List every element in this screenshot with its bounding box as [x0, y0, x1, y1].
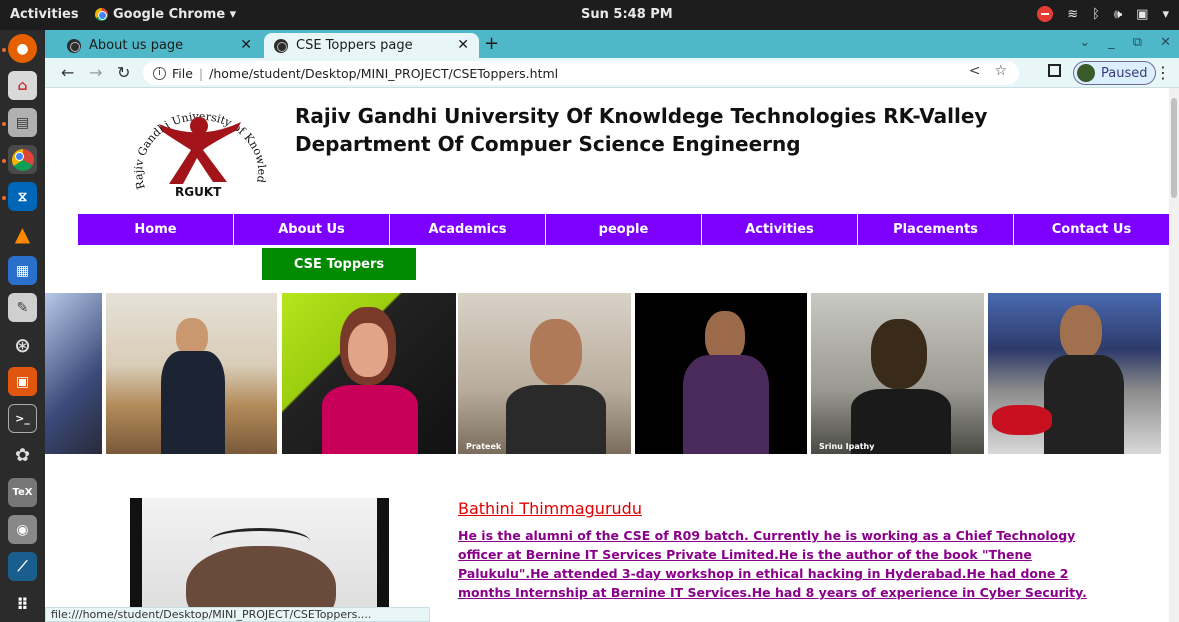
- bookmark-star-icon[interactable]: ☆: [994, 63, 1007, 79]
- volume-icon: 🕪: [1113, 6, 1123, 22]
- toppers-photo-strip: Prateek Srinu Ipathy: [45, 293, 1165, 454]
- main-nav-menu: Home About Us Academics people Activitie…: [78, 214, 1170, 245]
- tab-label: CSE Toppers page: [296, 38, 413, 53]
- address-scheme: File: [172, 65, 193, 81]
- more-menu-icon[interactable]: ⋮: [1155, 63, 1171, 82]
- tab-cse-toppers[interactable]: CSE Toppers page ✕: [264, 33, 479, 58]
- text-editor-icon[interactable]: ✎: [8, 293, 37, 322]
- tab-about-us[interactable]: About us page ✕: [57, 33, 262, 58]
- back-icon[interactable]: ←: [61, 63, 74, 82]
- wifi-icon: ≋: [1067, 6, 1079, 22]
- restore-icon[interactable]: ⧉: [1133, 35, 1142, 50]
- rgukt-logo-graphic: Rajiv Gandhi University of Knowledge Tec…: [103, 88, 268, 199]
- nav-contact-us[interactable]: Contact Us: [1014, 214, 1169, 245]
- scrollbar-thumb[interactable]: [1171, 98, 1177, 198]
- title-line-university: Rajiv Gandhi University Of Knowldege Tec…: [295, 104, 988, 128]
- nav-home[interactable]: Home: [78, 214, 233, 245]
- nav-about-us[interactable]: About Us: [234, 214, 389, 245]
- profile-bio-link[interactable]: He is the alumni of the CSE of R09 batch…: [458, 526, 1108, 602]
- software-center-icon[interactable]: ⌂: [8, 71, 37, 100]
- tab-label: About us page: [89, 38, 184, 53]
- vlc-icon[interactable]: ▲: [8, 219, 37, 248]
- nav-activities[interactable]: Activities: [702, 214, 857, 245]
- profile-name-link[interactable]: Bathini Thimmagurudu: [458, 499, 642, 518]
- address-path: /home/student/Desktop/MINI_PROJECT/CSETo…: [209, 65, 559, 81]
- nav-academics[interactable]: Academics: [390, 214, 545, 245]
- page-scrollbar[interactable]: [1169, 88, 1179, 622]
- side-panel-icon[interactable]: [1048, 64, 1061, 77]
- impress-icon[interactable]: ▣: [8, 367, 37, 396]
- browser-toolbar: ← → ↻ i File | /home/student/Desktop/MIN…: [45, 58, 1179, 88]
- address-bar[interactable]: i File | /home/student/Desktop/MINI_PROJ…: [143, 61, 1019, 85]
- tex-icon[interactable]: TeX: [8, 478, 37, 507]
- address-separator: |: [198, 65, 204, 81]
- ubuntu-help-icon[interactable]: ⊛: [8, 330, 37, 359]
- nav-placements[interactable]: Placements: [858, 214, 1013, 245]
- logo-text: RGUKT: [175, 185, 222, 199]
- topper-photo[interactable]: [45, 293, 102, 454]
- menu-icon: ▾: [1162, 6, 1169, 22]
- writer-icon[interactable]: ▦: [8, 256, 37, 285]
- show-apps-icon[interactable]: ⠿: [8, 590, 37, 619]
- forward-icon[interactable]: →: [89, 63, 102, 82]
- avatar: [1077, 64, 1095, 82]
- settings-gear-icon[interactable]: ✿: [8, 441, 37, 470]
- do-not-disturb-icon[interactable]: [1037, 6, 1054, 22]
- topper-photo[interactable]: Srinu Ipathy: [811, 293, 984, 454]
- screenshot-icon[interactable]: ◉: [8, 515, 37, 544]
- window-controls: ⌄ _ ⧉ ✕: [1079, 35, 1171, 50]
- topper-photo[interactable]: [106, 293, 277, 454]
- minimize-icon[interactable]: _: [1108, 35, 1115, 50]
- close-tab-icon[interactable]: ✕: [240, 37, 252, 53]
- page-title: Rajiv Gandhi University Of Knowldege Tec…: [295, 102, 987, 158]
- close-tab-icon[interactable]: ✕: [457, 37, 469, 53]
- vscode-icon[interactable]: ⧖: [8, 182, 37, 211]
- launcher-dock: ● ⌂ ▤ ⧖ ▲ ▦ ✎ ⊛ ▣ >_ ✿ TeX ◉ ⟋ ⠿: [0, 30, 45, 622]
- page-favicon-icon: [67, 38, 81, 53]
- app-menu[interactable]: Google Chrome ▾: [95, 7, 236, 22]
- chrome-dock-icon[interactable]: [8, 145, 37, 174]
- profile-status-label: Paused: [1101, 65, 1148, 81]
- submenu-cse-toppers[interactable]: CSE Toppers: [262, 248, 416, 280]
- share-icon[interactable]: <: [969, 63, 981, 79]
- title-line-department: Department Of Compuer Science Engineerng: [295, 132, 801, 156]
- network-tool-icon[interactable]: ⟋: [8, 552, 37, 581]
- rgukt-logo: Rajiv Gandhi University of Knowledge Tec…: [103, 88, 293, 200]
- running-indicator: [2, 159, 6, 163]
- photo-caption: Prateek: [466, 442, 502, 451]
- omnibox-actions: < ☆: [969, 63, 1007, 79]
- activities-button[interactable]: Activities: [10, 7, 79, 22]
- page-favicon-icon: [274, 38, 288, 53]
- new-tab-button[interactable]: +: [484, 33, 499, 54]
- reload-icon[interactable]: ↻: [117, 63, 130, 82]
- running-indicator: [2, 196, 6, 200]
- battery-icon: ▣: [1136, 6, 1149, 22]
- files-icon[interactable]: ▤: [8, 108, 37, 137]
- web-page: Rajiv Gandhi University of Knowledge Tec…: [45, 88, 1179, 622]
- running-indicator: [2, 122, 6, 126]
- tab-strip: About us page ✕ CSE Toppers page ✕ + ⌄ _…: [45, 30, 1179, 58]
- clock[interactable]: Sun 5:48 PM: [581, 7, 673, 22]
- system-tray[interactable]: ≋ ᛒ 🕪 ▣ ▾: [1037, 6, 1169, 22]
- profile-paused-button[interactable]: Paused: [1073, 61, 1157, 85]
- app-menu-label: Google Chrome ▾: [113, 7, 237, 22]
- bluetooth-icon: ᛒ: [1092, 6, 1100, 22]
- topper-photo[interactable]: [988, 293, 1161, 454]
- nav-people[interactable]: people: [546, 214, 701, 245]
- system-top-bar: Activities Google Chrome ▾ Sun 5:48 PM ≋…: [0, 0, 1179, 30]
- profile-photo: [130, 498, 389, 622]
- topper-photo[interactable]: Prateek: [458, 293, 631, 454]
- chrome-icon: [95, 8, 108, 21]
- terminal-icon[interactable]: >_: [8, 404, 37, 433]
- site-info-icon[interactable]: i: [153, 66, 166, 80]
- firefox-icon[interactable]: ●: [8, 34, 37, 63]
- photo-caption: Srinu Ipathy: [819, 442, 875, 451]
- running-indicator: [2, 48, 6, 52]
- topper-photo[interactable]: [635, 293, 807, 454]
- tab-search-icon[interactable]: ⌄: [1079, 35, 1090, 50]
- topper-photo[interactable]: [282, 293, 456, 454]
- link-status-bar: file:///home/student/Desktop/MINI_PROJEC…: [45, 607, 430, 622]
- close-window-icon[interactable]: ✕: [1160, 35, 1171, 50]
